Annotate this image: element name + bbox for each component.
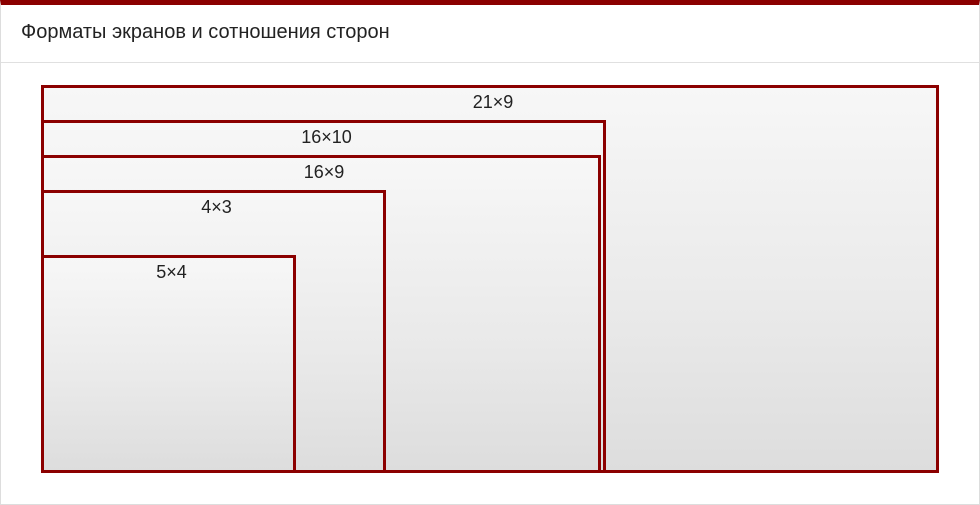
page-title: Форматы экранов и сотношения сторон — [1, 5, 979, 63]
ratio-label-21x9: 21×9 — [44, 92, 942, 113]
ratio-label-16x10: 16×10 — [44, 127, 609, 148]
ratio-box-5x4: 5×4 — [41, 255, 296, 473]
diagram-canvas: 21×9 16×10 16×9 4×3 5×4 — [41, 85, 939, 480]
ratio-label-4x3: 4×3 — [44, 197, 389, 218]
ratio-label-16x9: 16×9 — [44, 162, 604, 183]
diagram-container: Форматы экранов и сотношения сторон 21×9… — [0, 0, 980, 505]
ratio-label-5x4: 5×4 — [44, 262, 299, 283]
